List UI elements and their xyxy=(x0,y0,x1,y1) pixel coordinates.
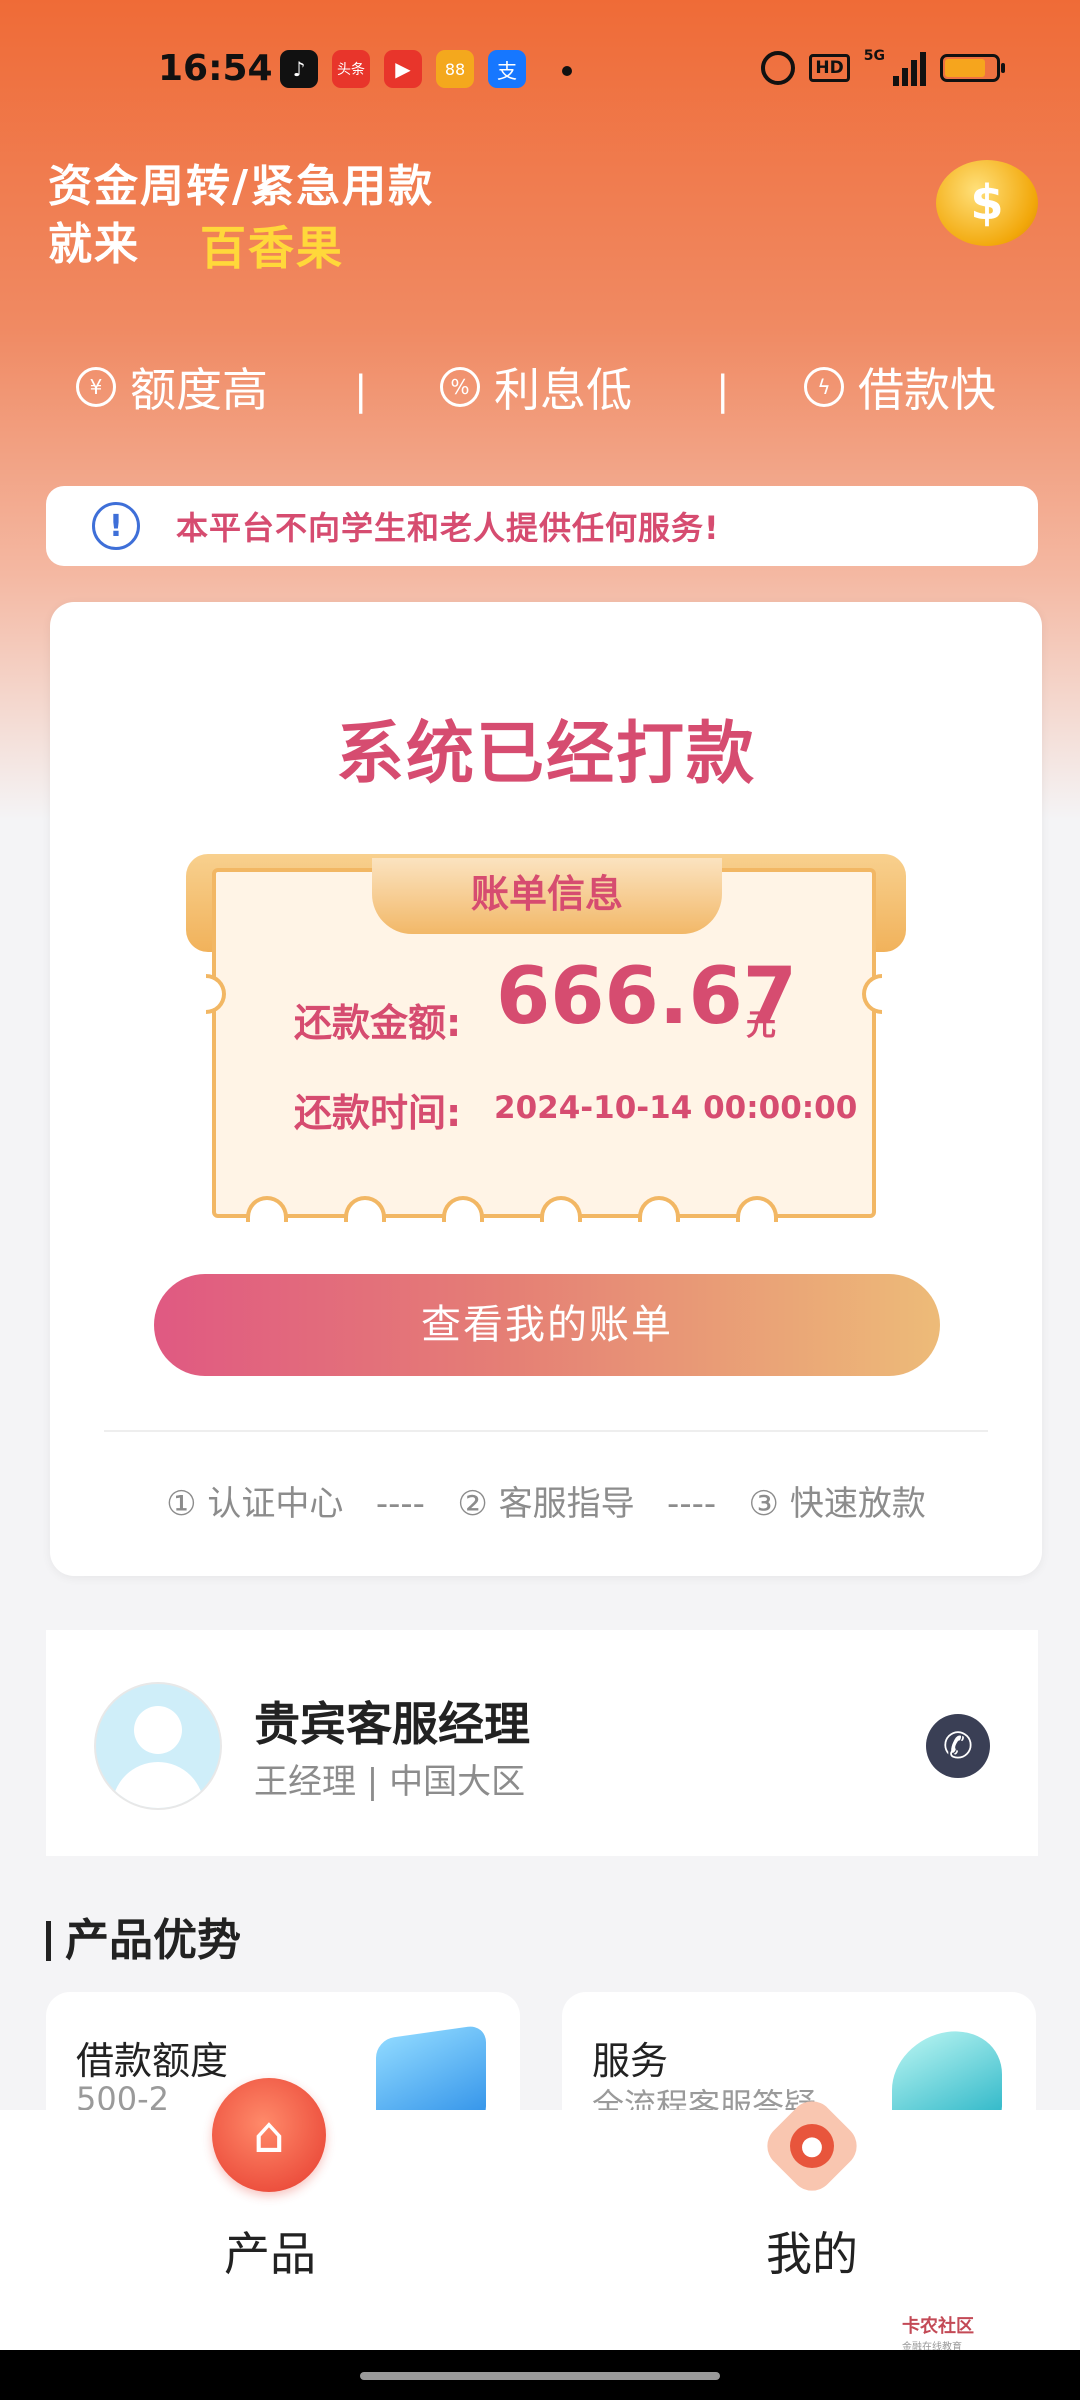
divider xyxy=(104,1430,988,1432)
view-bill-button[interactable]: 查看我的账单 xyxy=(154,1274,940,1376)
home-indicator[interactable] xyxy=(360,2372,720,2380)
home-icon[interactable]: ⌂ xyxy=(212,2078,326,2192)
feature-label: 借款快 xyxy=(858,363,996,417)
feature-row: ¥ 额度高 | % 利息低 | ϟ 借款快 xyxy=(0,354,1080,428)
product-title: 借款额度 xyxy=(76,2039,229,2083)
watermark: 卡农社区 金融在线教育 xyxy=(902,2312,974,2353)
manager-card: 贵宾客服经理 王经理 | 中国大区 ✆ xyxy=(46,1630,1038,1856)
process-steps: ① 认证中心 ---- ② 客服指导 ---- ③ 快速放款 xyxy=(166,1484,926,1524)
status-indicators: HD 5G xyxy=(761,48,1005,86)
video-icon: ▶ xyxy=(384,50,422,88)
tab-mine[interactable]: 我的 xyxy=(766,2218,858,2284)
tab-products[interactable]: 产品 xyxy=(224,2218,316,2284)
brand-name: 百香果 xyxy=(200,221,344,275)
ticket-scallops xyxy=(216,1196,872,1222)
notice-banner: ! 本平台不向学生和老人提供任何服务! xyxy=(46,486,1038,566)
money-bag-icon: ¥ xyxy=(76,367,116,407)
status-bar: 16:54 ♪ 头条 ▶ 88 支 HD 5G xyxy=(0,0,1080,140)
more-notifications-dot xyxy=(562,66,572,76)
feature-high-limit: ¥ 额度高 xyxy=(76,354,268,420)
percent-icon: % xyxy=(440,367,480,407)
watermark-title: 卡农社区 xyxy=(902,2316,974,2337)
notification-app-icons: ♪ 头条 ▶ 88 支 xyxy=(280,50,526,88)
manager-title: 贵宾客服经理 xyxy=(254,1697,530,1751)
battery-icon xyxy=(940,54,1005,82)
card-title: 系统已经打款 xyxy=(335,715,756,794)
feature-fast-loan: ϟ 借款快 xyxy=(804,354,996,420)
feature-separator: | xyxy=(716,368,730,414)
alipay-icon: 支 xyxy=(488,50,526,88)
feature-label: 利息低 xyxy=(494,363,632,417)
feature-separator: | xyxy=(354,368,368,414)
user-icon[interactable]: ● xyxy=(790,2124,834,2168)
info-icon: ! xyxy=(92,502,140,550)
section-title: 产品优势 xyxy=(46,1904,241,1968)
status-time: 16:54 xyxy=(158,48,273,89)
notice-text: 本平台不向学生和老人提供任何服务! xyxy=(176,509,720,547)
payout-card: 系统已经打款 账单信息 还款金额: 666.67 元 还款时间: 2024-10… xyxy=(50,602,1042,1576)
amount-label: 还款金额: xyxy=(294,1001,462,1045)
feature-low-interest: % 利息低 xyxy=(440,354,632,420)
phone-icon[interactable]: ✆ xyxy=(926,1714,990,1778)
network-type: 5G xyxy=(863,48,885,64)
signal-icon xyxy=(893,50,926,86)
amount-unit: 元 xyxy=(746,1008,776,1043)
coin-icon: $ xyxy=(936,160,1038,246)
repay-time-value: 2024-10-14 00:00:00 xyxy=(494,1090,858,1126)
douyin-icon: ♪ xyxy=(280,50,318,88)
alarm-icon xyxy=(761,51,796,85)
repay-time-label: 还款时间: xyxy=(294,1091,462,1135)
lightning-icon: ϟ xyxy=(804,367,844,407)
manager-subtitle: 王经理 | 中国大区 xyxy=(254,1762,526,1802)
product-title: 服务 xyxy=(592,2039,669,2083)
toutiao-icon: 头条 xyxy=(332,50,370,88)
hero-line-1: 资金周转/紧急用款 xyxy=(48,161,435,212)
avatar xyxy=(94,1682,222,1810)
feature-label: 额度高 xyxy=(130,363,268,417)
game-icon: 88 xyxy=(436,50,474,88)
bill-info-tab: 账单信息 xyxy=(372,858,722,934)
hd-badge: HD xyxy=(809,54,850,82)
